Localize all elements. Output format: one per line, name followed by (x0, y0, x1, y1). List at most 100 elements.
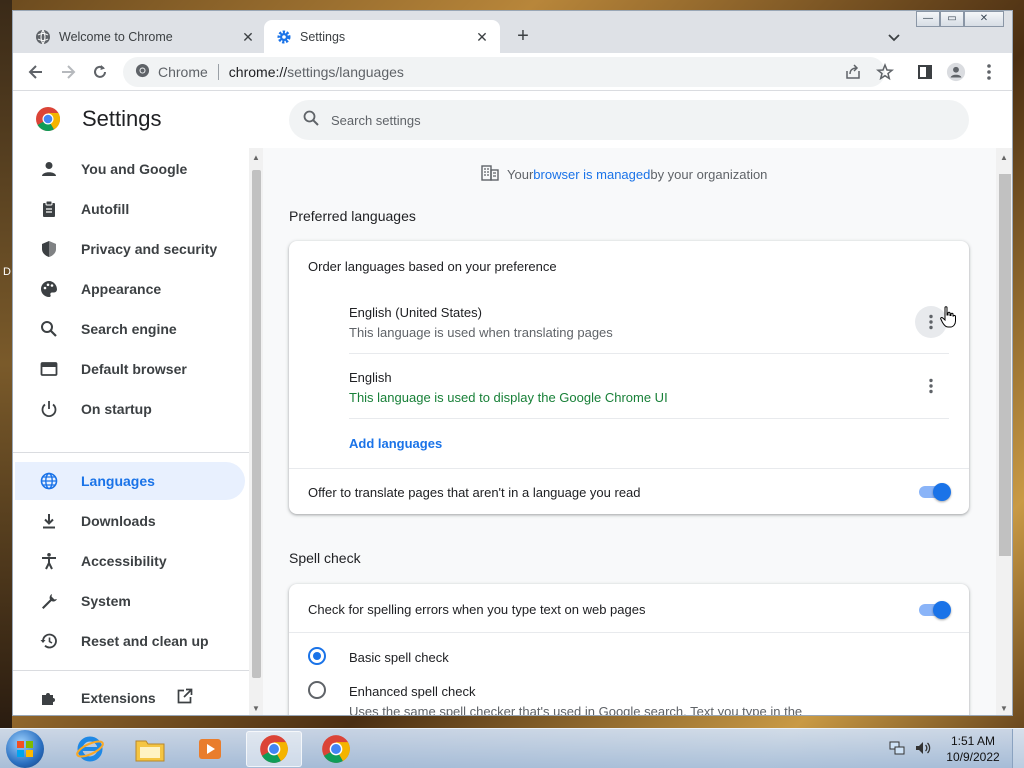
add-languages-button[interactable]: Add languages (349, 436, 442, 451)
sidebar-item-label: Reset and clean up (81, 633, 209, 649)
profile-avatar-icon[interactable] (946, 62, 966, 82)
tab-strip: Welcome to Chrome ✕ Settings ✕ + — ▭ ✕ (13, 11, 1012, 53)
tab-welcome[interactable]: Welcome to Chrome ✕ (23, 20, 266, 53)
sidebar-item-accessibility[interactable]: Accessibility (15, 542, 245, 580)
preferred-languages-heading: Preferred languages (289, 208, 416, 224)
tab-close-icon[interactable]: ✕ (474, 29, 490, 45)
row-divider (289, 632, 969, 633)
site-label: Chrome (158, 64, 208, 80)
sidebar-scroll-thumb[interactable] (252, 170, 261, 678)
file-explorer-icon[interactable] (122, 731, 178, 767)
sidebar-item-label: Appearance (81, 281, 162, 297)
sidebar-item-downloads[interactable]: Downloads (15, 502, 245, 540)
side-panel-icon[interactable] (915, 62, 935, 82)
taskbar: 1:51 AM 10/9/2022 (0, 728, 1024, 768)
media-player-icon[interactable] (182, 731, 238, 767)
sidebar-item-on-startup[interactable]: On startup (15, 390, 245, 428)
sidebar-item-autofill[interactable]: Autofill (15, 190, 245, 228)
language-more-options-icon[interactable] (915, 370, 947, 402)
search-settings-box[interactable] (289, 100, 969, 140)
enhanced-spell-check-label: Enhanced spell check (349, 684, 476, 699)
content-scroll-thumb[interactable] (999, 174, 1011, 556)
more-menu-icon[interactable] (979, 62, 999, 82)
chrome-taskbar-icon[interactable] (308, 731, 364, 767)
sidebar-item-label: Autofill (81, 201, 130, 217)
page-title: Settings (82, 106, 162, 131)
maximize-button[interactable]: ▭ (940, 11, 964, 27)
clock[interactable]: 1:51 AM 10/9/2022 (940, 733, 1006, 765)
sidebar-scroll-down-icon[interactable]: ▼ (252, 704, 260, 713)
languages-card: Order languages based on your preference… (289, 241, 969, 514)
network-icon[interactable] (888, 739, 906, 762)
window-controls: — ▭ ✕ (916, 11, 1004, 29)
clipboard-icon (39, 199, 59, 219)
basic-spell-check-radio[interactable] (308, 647, 326, 665)
offer-translate-label: Offer to translate pages that aren't in … (308, 485, 641, 500)
managed-notice: Your browser is managed by your organiza… (481, 165, 767, 184)
chrome-taskbar-active-icon[interactable] (246, 731, 302, 767)
clock-date: 10/9/2022 (946, 750, 1000, 764)
sidebar-item-label: System (81, 593, 131, 609)
row-divider (289, 468, 969, 469)
sidebar-item-privacy[interactable]: Privacy and security (15, 230, 245, 268)
tab-title: Settings (300, 29, 346, 44)
order-languages-label: Order languages based on your preference (308, 259, 557, 274)
managed-link[interactable]: browser is managed (533, 167, 650, 182)
sidebar-item-system[interactable]: System (15, 582, 245, 620)
building-icon (481, 165, 499, 184)
sidebar-item-appearance[interactable]: Appearance (15, 270, 245, 308)
tab-settings[interactable]: Settings ✕ (264, 20, 500, 53)
spell-check-heading: Spell check (289, 550, 361, 566)
sidebar-item-label: Downloads (81, 513, 156, 529)
spell-check-toggle[interactable] (917, 599, 951, 619)
sidebar-item-extensions[interactable]: Extensions (15, 679, 245, 715)
volume-icon[interactable] (914, 739, 932, 762)
share-icon[interactable] (843, 62, 863, 82)
url-host: chrome:// (228, 64, 288, 80)
tab-close-icon[interactable]: ✕ (240, 29, 256, 45)
sidebar-item-reset[interactable]: Reset and clean up (15, 622, 245, 660)
sidebar-item-label: Languages (81, 473, 155, 489)
tab-search-chevron-icon[interactable] (885, 28, 903, 46)
url-path: settings/languages (287, 64, 404, 80)
back-icon[interactable] (26, 62, 46, 82)
bookmark-star-icon[interactable] (875, 62, 895, 82)
external-link-icon (176, 688, 193, 708)
toggle-knob (933, 601, 951, 619)
sidebar-scroll-up-icon[interactable]: ▲ (252, 153, 260, 162)
globe-icon (39, 471, 59, 491)
managed-prefix: Your (507, 167, 534, 182)
start-button[interactable] (6, 730, 44, 768)
desktop-edge-text: D (3, 266, 11, 278)
search-input[interactable] (331, 112, 911, 128)
content-scroll-up-icon[interactable]: ▲ (1000, 153, 1008, 162)
language-name: English (United States) (349, 305, 482, 320)
show-desktop-button[interactable] (1012, 729, 1024, 768)
close-window-button[interactable]: ✕ (964, 11, 1004, 27)
forward-icon[interactable] (58, 62, 78, 82)
sidebar-item-default-browser[interactable]: Default browser (15, 350, 245, 388)
settings-header: Settings (13, 92, 1012, 148)
sidebar-item-you-and-google[interactable]: You and Google (15, 150, 245, 188)
internet-explorer-icon[interactable] (62, 731, 118, 767)
minimize-button[interactable]: — (916, 11, 940, 27)
sidebar-item-label: On startup (81, 401, 152, 417)
enhanced-spell-check-radio[interactable] (308, 681, 326, 699)
offer-translate-toggle[interactable] (917, 481, 951, 501)
sidebar-item-search-engine[interactable]: Search engine (15, 310, 245, 348)
address-bar[interactable]: Chrome chrome:// settings/languages (123, 57, 885, 87)
toggle-knob (933, 483, 951, 501)
content-scroll-down-icon[interactable]: ▼ (1000, 704, 1008, 713)
language-name: English (349, 370, 392, 385)
settings-page: Settings You and Google Autofill Privacy… (13, 92, 1012, 715)
browser-window-icon (39, 359, 59, 379)
sidebar-item-label: Accessibility (81, 553, 167, 569)
power-icon (39, 399, 59, 419)
sidebar-item-languages[interactable]: Languages (15, 462, 245, 500)
globe-favicon-icon (35, 29, 51, 45)
managed-suffix: by your organization (650, 167, 768, 182)
new-tab-button[interactable]: + (512, 26, 534, 48)
reload-icon[interactable] (90, 62, 110, 82)
sidebar-item-label: Extensions (81, 690, 156, 706)
sidebar-item-label: You and Google (81, 161, 188, 177)
